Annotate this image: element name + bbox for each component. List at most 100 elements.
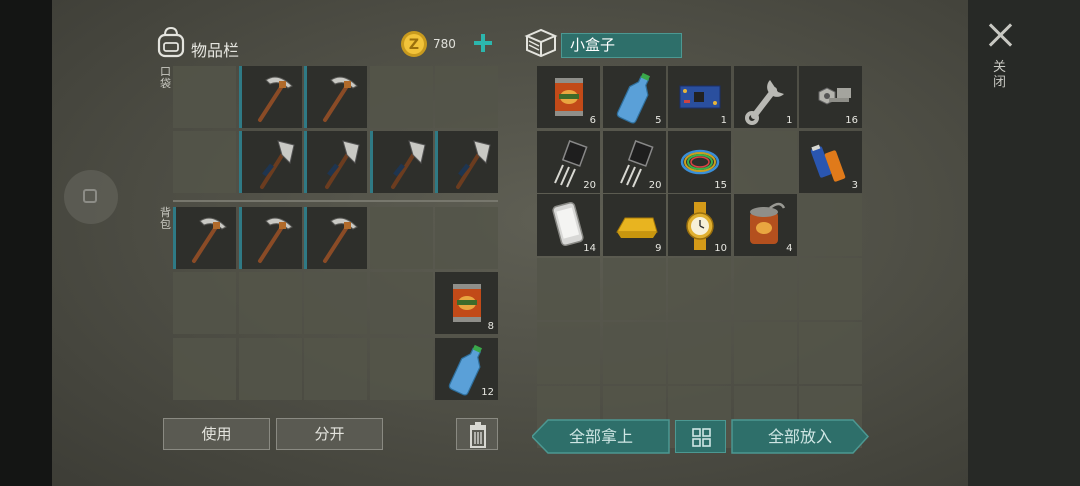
- empty-slot[interactable]: [173, 338, 236, 400]
- pickaxe-icon: [323, 217, 358, 263]
- item-slot-pickaxe[interactable]: [304, 66, 367, 128]
- screen-left-edge: [0, 0, 52, 486]
- axe-icon: [325, 140, 360, 189]
- item-slot-food-can[interactable]: 8: [435, 272, 498, 334]
- empty-slot[interactable]: [733, 322, 797, 384]
- backpack-label: 背包: [160, 206, 171, 231]
- item-count: 4: [786, 243, 793, 254]
- item-count: 8: [487, 321, 494, 332]
- backpack-icon: [157, 26, 185, 58]
- floating-home-button[interactable]: [64, 170, 118, 224]
- empty-slot[interactable]: [173, 66, 236, 128]
- item-slot-pickaxe[interactable]: [238, 207, 302, 269]
- item-slot-wires[interactable]: 15: [668, 131, 731, 193]
- grid-icon: [692, 428, 711, 447]
- item-count: 12: [481, 387, 494, 398]
- container-name-field[interactable]: 小盒子: [561, 33, 682, 58]
- item-slot-food-can[interactable]: 6: [537, 66, 600, 128]
- empty-slot[interactable]: [602, 322, 666, 384]
- trash-button[interactable]: [456, 418, 498, 450]
- close-icon[interactable]: [988, 22, 1014, 48]
- item-count: 14: [583, 243, 596, 254]
- item-slot-nuts-bolts[interactable]: 16: [799, 66, 862, 128]
- empty-slot[interactable]: [238, 272, 302, 334]
- item-slot-water-bottle[interactable]: 5: [602, 66, 666, 128]
- item-count: 16: [845, 115, 858, 126]
- axe-icon: [456, 140, 491, 189]
- item-count: 9: [655, 243, 662, 254]
- item-count: 5: [655, 115, 662, 126]
- empty-slot[interactable]: [537, 258, 600, 320]
- pickaxe-icon: [192, 217, 227, 263]
- coin-count: 780: [433, 37, 456, 51]
- item-slot-gold-bar[interactable]: 9: [602, 194, 666, 256]
- item-slot-smartphone[interactable]: 14: [537, 194, 600, 256]
- item-count: 1: [720, 115, 727, 126]
- trash-icon: [470, 422, 486, 448]
- empty-slot[interactable]: [733, 131, 797, 193]
- item-count: 6: [589, 115, 596, 126]
- empty-slot[interactable]: [668, 258, 731, 320]
- empty-slot[interactable]: [602, 258, 666, 320]
- empty-slot[interactable]: [173, 131, 236, 193]
- sort-grid-button[interactable]: [675, 420, 726, 453]
- item-slot-axe[interactable]: [435, 131, 498, 193]
- inventory-title: 物品栏: [191, 41, 240, 60]
- item-slot-open-can[interactable]: 4: [733, 194, 797, 256]
- item-slot-gold-watch[interactable]: 10: [668, 194, 731, 256]
- empty-slot[interactable]: [369, 66, 433, 128]
- pickaxe-icon: [257, 217, 293, 263]
- axe-icon: [390, 140, 426, 189]
- side-panel: [968, 0, 1080, 486]
- put-all-button[interactable]: 全部放入: [731, 419, 870, 454]
- axe-icon: [259, 140, 295, 189]
- coin-icon: Z: [401, 31, 427, 57]
- empty-slot[interactable]: [238, 338, 302, 400]
- item-count: 3: [851, 180, 858, 191]
- item-slot-wrench[interactable]: 1: [733, 66, 797, 128]
- item-slot-pickaxe[interactable]: [173, 207, 236, 269]
- item-slot-axe[interactable]: [238, 131, 302, 193]
- item-slot-transistor[interactable]: 20: [537, 131, 600, 193]
- item-slot-pickaxe[interactable]: [238, 66, 302, 128]
- empty-slot[interactable]: [173, 272, 236, 334]
- item-slot-circuit-board[interactable]: 1: [668, 66, 731, 128]
- close-label[interactable]: 关闭: [993, 60, 1007, 90]
- use-button[interactable]: 使用: [163, 418, 270, 450]
- item-slot-axe[interactable]: [304, 131, 367, 193]
- pickaxe-icon: [257, 76, 293, 122]
- empty-slot[interactable]: [369, 207, 433, 269]
- take-all-label: 全部拿上: [568, 427, 633, 446]
- square-icon: [83, 189, 97, 203]
- take-all-button[interactable]: 全部拿上: [530, 419, 670, 454]
- item-count: 10: [714, 243, 727, 254]
- item-slot-batteries[interactable]: 3: [799, 131, 862, 193]
- pickaxe-icon: [323, 76, 358, 122]
- empty-slot[interactable]: [799, 322, 862, 384]
- box-icon: [524, 28, 558, 58]
- item-slot-axe[interactable]: [369, 131, 433, 193]
- empty-slot[interactable]: [435, 207, 498, 269]
- empty-slot[interactable]: [733, 258, 797, 320]
- empty-slot[interactable]: [537, 322, 600, 384]
- empty-slot[interactable]: [799, 194, 862, 256]
- item-count: 1: [786, 115, 793, 126]
- item-slot-pickaxe[interactable]: [304, 207, 367, 269]
- svg-text:Z: Z: [409, 37, 419, 53]
- empty-slot[interactable]: [799, 258, 862, 320]
- pocket-label: 口袋: [160, 65, 171, 90]
- empty-slot[interactable]: [369, 272, 433, 334]
- item-slot-transistor[interactable]: 20: [602, 131, 666, 193]
- item-count: 20: [583, 180, 596, 191]
- section-divider: [173, 200, 498, 202]
- empty-slot[interactable]: [304, 338, 367, 400]
- empty-slot[interactable]: [304, 272, 367, 334]
- empty-slot[interactable]: [435, 66, 498, 128]
- empty-slot[interactable]: [369, 338, 433, 400]
- empty-slot[interactable]: [668, 322, 731, 384]
- split-button[interactable]: 分开: [276, 418, 383, 450]
- add-coins-button[interactable]: [472, 32, 494, 54]
- item-count: 15: [714, 180, 727, 191]
- put-all-label: 全部放入: [767, 427, 832, 446]
- item-slot-water-bottle[interactable]: 12: [435, 338, 498, 400]
